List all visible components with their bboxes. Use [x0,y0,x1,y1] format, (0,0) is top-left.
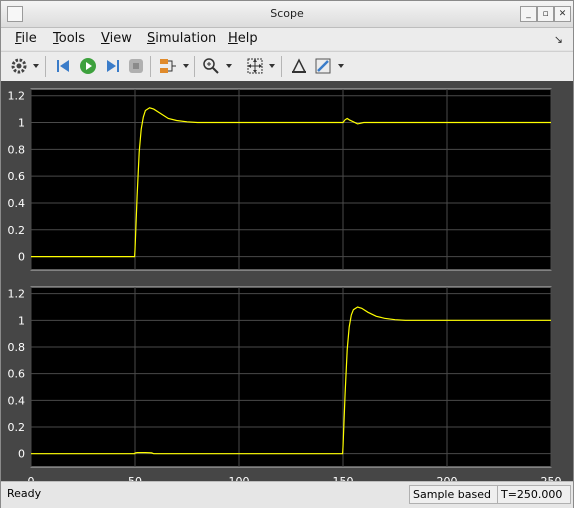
maximize-button[interactable]: ▫ [537,6,554,22]
y-tick-label: 1.2 [8,90,26,103]
chevron-down-icon[interactable] [269,64,275,68]
title-bar[interactable]: Scope _ ▫ ✕ [1,1,573,28]
close-button[interactable]: ✕ [554,6,571,22]
run-icon[interactable] [78,56,98,76]
y-tick-label: 0.8 [8,143,26,156]
toolbar-separator [194,56,195,77]
step-back-icon[interactable] [54,56,74,76]
y-tick-label: 0 [18,448,25,461]
status-bar: Ready Sample based T=250.000 [1,481,573,508]
highlight-block-icon[interactable] [289,56,309,76]
zoom-in-icon[interactable] [201,56,221,76]
chevron-down-icon[interactable] [183,64,189,68]
menu-simulation[interactable]: Simulation [147,31,216,46]
minimize-button[interactable]: _ [520,6,537,22]
chevron-down-icon[interactable] [33,64,39,68]
menu-tools[interactable]: Tools [53,31,85,46]
scope-plots: 00.20.40.60.811.200.20.40.60.811.2050100… [8,88,562,481]
y-tick-label: 0.6 [8,368,26,381]
style-icon[interactable] [313,56,333,76]
menu-view[interactable]: View [101,31,132,46]
axes-2[interactable] [30,286,552,468]
toolbar-separator [45,56,46,77]
menu-help[interactable]: Help [228,31,258,46]
y-tick-label: 0.8 [8,341,26,354]
y-tick-label: 1 [18,117,25,130]
sample-mode-indicator: Sample based [409,485,499,504]
y-tick-label: 1.2 [8,288,26,301]
chevron-down-icon[interactable] [226,64,232,68]
chevron-down-icon[interactable] [338,64,344,68]
y-tick-label: 0.6 [8,170,26,183]
step-forward-icon[interactable] [102,56,122,76]
y-tick-label: 0.2 [8,224,26,237]
axes-1[interactable] [30,88,552,271]
y-tick-label: 0.4 [8,394,26,407]
menu-file[interactable]: File [15,31,37,46]
y-tick-label: 0.4 [8,197,26,210]
gear-icon[interactable] [9,56,29,76]
toolbar-separator [150,56,151,77]
toolbar-separator [281,56,282,77]
y-tick-label: 1 [18,314,25,327]
y-tick-label: 0.2 [8,421,26,434]
dock-arrow-icon[interactable]: ↘ [554,33,563,46]
signal-select-icon[interactable] [158,56,178,76]
y-tick-label: 0 [18,251,25,264]
status-text: Ready [7,487,42,500]
menu-bar: File Tools View Simulation Help ↘ [1,28,573,50]
scope-window: Scope _ ▫ ✕ File Tools View Simulation H… [0,0,574,508]
toolbar [1,51,573,82]
sim-time-indicator: T=250.000 [497,485,571,504]
autoscale-icon[interactable] [245,56,265,76]
window-title: Scope [270,7,304,20]
plot-area: 00.20.40.60.811.200.20.40.60.811.2050100… [1,81,573,481]
stop-icon[interactable] [126,56,146,76]
